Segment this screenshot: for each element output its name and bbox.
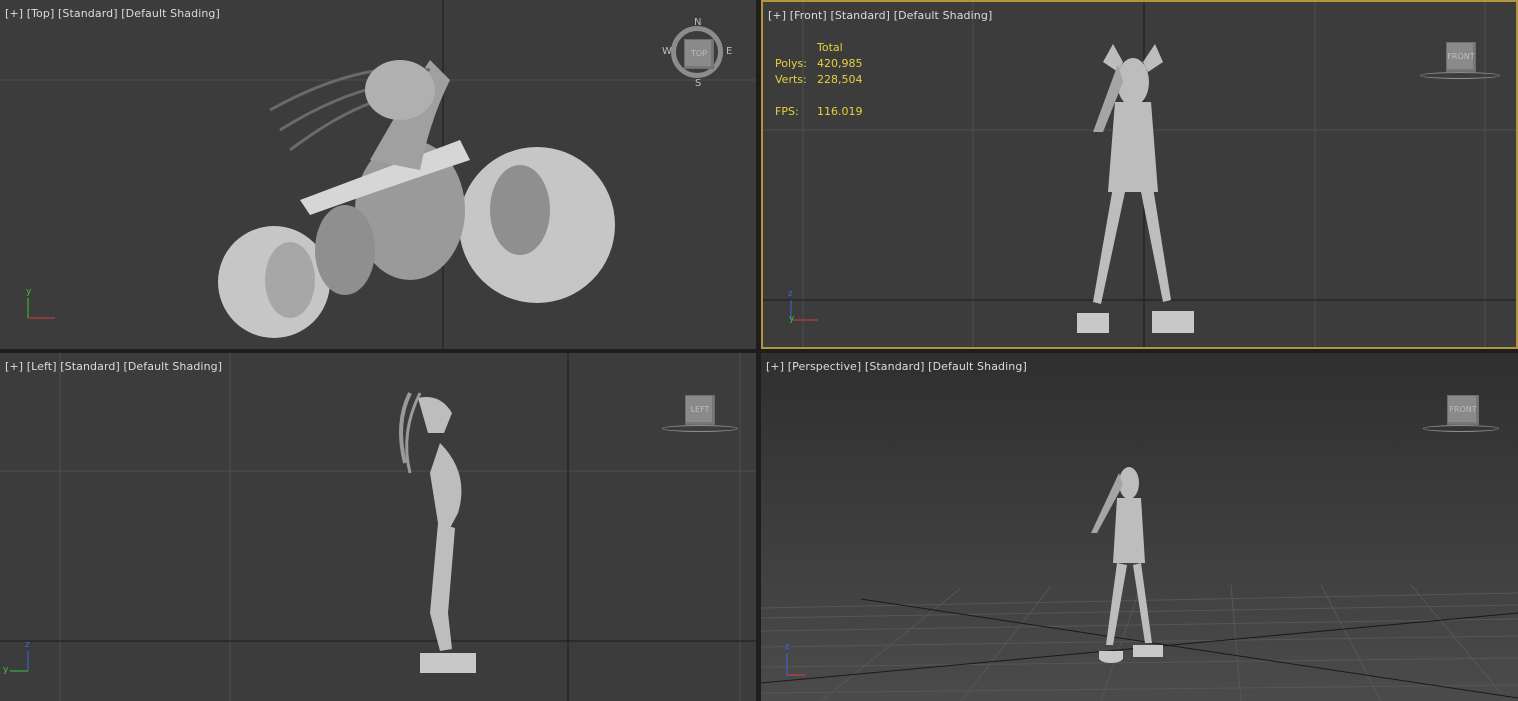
- viewport-perspective-label: [+] [Perspective] [Standard] [Default Sh…: [766, 360, 1027, 373]
- viewcube-face-front[interactable]: FRONT: [1447, 395, 1479, 425]
- view-type-menu[interactable]: [Perspective]: [788, 360, 862, 373]
- model-figure-perspective[interactable]: [1091, 467, 1163, 663]
- polys-value: 420,985: [817, 57, 863, 70]
- display-mode-menu[interactable]: [Default Shading]: [123, 360, 222, 373]
- verts-value: 228,504: [817, 73, 863, 86]
- viewport-front-canvas: [763, 2, 1516, 347]
- viewport-left-label: [+] [Left] [Standard] [Default Shading]: [5, 360, 222, 373]
- axis-label-y: y: [3, 665, 9, 675]
- compass-e-label: E: [726, 46, 733, 57]
- viewport-top[interactable]: [+] [Top] [Standard] [Default Shading] y…: [0, 0, 756, 349]
- fps-value: 116.019: [817, 105, 863, 118]
- viewport-left-canvas: [0, 353, 756, 701]
- viewport-front[interactable]: [+] [Front] [Standard] [Default Shading]…: [761, 0, 1518, 349]
- axis-label-z: z: [785, 642, 790, 652]
- display-mode-menu[interactable]: [Default Shading]: [894, 9, 993, 22]
- compass-w-label: W: [662, 46, 672, 57]
- shading-menu[interactable]: [Standard]: [865, 360, 925, 373]
- model-figure-left[interactable]: [399, 392, 476, 673]
- viewcube-face-top[interactable]: TOP: [684, 39, 714, 69]
- view-type-menu[interactable]: [Left]: [27, 360, 57, 373]
- axis-label-y: y: [26, 287, 32, 297]
- axis-label-z: z: [25, 640, 30, 650]
- viewport-perspective[interactable]: [+] [Perspective] [Standard] [Default Sh…: [761, 353, 1518, 701]
- viewport-menu-button[interactable]: [+]: [5, 360, 23, 373]
- axis-label-z: z: [788, 289, 793, 299]
- viewport-menu-button[interactable]: [+]: [766, 360, 784, 373]
- viewcube[interactable]: LEFT: [662, 393, 740, 433]
- compass-n-label: N: [694, 17, 702, 28]
- viewport-perspective-canvas: [761, 467, 1518, 701]
- viewport-menu-button[interactable]: [+]: [768, 9, 786, 22]
- viewcube[interactable]: FRONT: [1420, 40, 1502, 80]
- viewcube-face-front[interactable]: FRONT: [1446, 42, 1476, 72]
- verts-label: Verts:: [775, 73, 807, 86]
- viewport-menu-button[interactable]: [+]: [5, 7, 23, 20]
- statistics-overlay: Total Polys: 420,985 Verts: 228,504 FPS: 11…: [775, 40, 863, 120]
- display-mode-menu[interactable]: [Default Shading]: [121, 7, 220, 20]
- view-type-menu[interactable]: [Front]: [790, 9, 827, 22]
- viewport-top-label: [+] [Top] [Standard] [Default Shading]: [5, 7, 220, 20]
- view-type-menu[interactable]: [Top]: [27, 7, 55, 20]
- viewport-front-label: [+] [Front] [Standard] [Default Shading]: [768, 9, 992, 22]
- axis-label-y2: y: [789, 314, 795, 324]
- shading-menu[interactable]: [Standard]: [60, 360, 120, 373]
- model-figure-front[interactable]: [1077, 44, 1194, 333]
- polys-label: Polys:: [775, 57, 807, 70]
- display-mode-menu[interactable]: [Default Shading]: [928, 360, 1027, 373]
- compass-s-label: S: [695, 78, 702, 89]
- shading-menu[interactable]: [Standard]: [830, 9, 890, 22]
- viewcube-face-left[interactable]: LEFT: [685, 395, 715, 425]
- viewport-top-canvas: [0, 0, 756, 349]
- fps-label: FPS:: [775, 105, 799, 118]
- stats-header: Total: [817, 41, 843, 54]
- viewport-left[interactable]: [+] [Left] [Standard] [Default Shading] …: [0, 353, 756, 701]
- shading-menu[interactable]: [Standard]: [58, 7, 118, 20]
- viewcube-compass[interactable]: TOP N S E W: [662, 17, 733, 89]
- viewcube[interactable]: FRONT: [1423, 393, 1503, 433]
